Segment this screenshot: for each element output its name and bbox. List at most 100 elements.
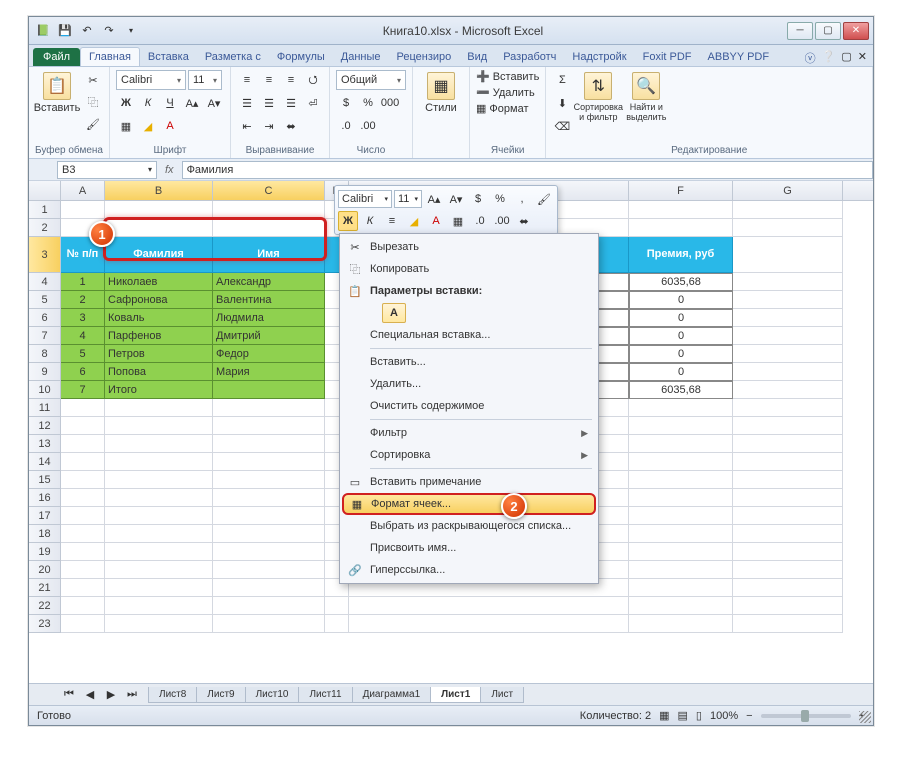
sheet-tab[interactable]: Лист10	[245, 687, 300, 703]
underline-button[interactable]: Ч	[160, 93, 180, 113]
borders-icon[interactable]: ▦	[116, 116, 136, 136]
row-header[interactable]: 19	[29, 543, 61, 561]
row-header[interactable]: 20	[29, 561, 61, 579]
fx-icon[interactable]: fx	[165, 164, 174, 176]
cell[interactable]	[629, 597, 733, 615]
context-item[interactable]: Очистить содержимое	[342, 395, 596, 417]
context-item[interactable]: Фильтр▶	[342, 422, 596, 444]
align-left-icon[interactable]: ☰	[237, 93, 257, 113]
cell-lastname[interactable]: Николаев	[105, 273, 213, 291]
mini-dec-inc-icon[interactable]: .0	[470, 211, 490, 231]
sort-filter-button[interactable]: ⇅Сортировка и фильтр	[576, 70, 620, 122]
row-header[interactable]: 18	[29, 525, 61, 543]
tab-formulas[interactable]: Формулы	[269, 48, 333, 66]
row-header[interactable]: 10	[29, 381, 61, 399]
tab-data[interactable]: Данные	[333, 48, 389, 66]
mini-fill-icon[interactable]: ◢	[404, 211, 424, 231]
help-icon[interactable]: ❔	[822, 50, 836, 66]
cell-bonus[interactable]: 0	[629, 309, 733, 327]
row-header[interactable]: 7	[29, 327, 61, 345]
context-item[interactable]: ⿻Копировать	[342, 258, 596, 280]
cell[interactable]	[105, 417, 213, 435]
cell[interactable]	[213, 615, 325, 633]
mini-format-painter-icon[interactable]: 🖌	[534, 189, 554, 209]
increase-decimal-icon[interactable]: .0	[336, 116, 356, 136]
cell[interactable]	[105, 543, 213, 561]
bold-button[interactable]: Ж	[116, 93, 136, 113]
mini-dec-dec-icon[interactable]: .00	[492, 211, 512, 231]
mini-align-icon[interactable]: ≡	[382, 211, 402, 231]
cell[interactable]	[105, 579, 213, 597]
tab-insert[interactable]: Вставка	[140, 48, 197, 66]
cell[interactable]	[105, 507, 213, 525]
wrap-text-icon[interactable]: ⏎	[303, 93, 323, 113]
cell[interactable]	[105, 435, 213, 453]
undo-icon[interactable]: ↶	[77, 22, 97, 40]
cell-firstname[interactable]: Александр	[213, 273, 325, 291]
cell[interactable]	[105, 597, 213, 615]
col-header-f[interactable]: F	[629, 181, 733, 200]
cell[interactable]	[61, 615, 105, 633]
view-pagebreak-icon[interactable]: ▯	[696, 709, 702, 722]
cell[interactable]	[213, 489, 325, 507]
cell[interactable]	[629, 543, 733, 561]
autosum-icon[interactable]: Σ	[552, 70, 572, 90]
mini-merge-icon[interactable]: ⬌	[514, 211, 534, 231]
sheet-nav-prev-icon[interactable]: ◀	[80, 685, 100, 705]
mini-bold-button[interactable]: Ж	[338, 211, 358, 231]
percent-icon[interactable]: %	[358, 93, 378, 113]
qat-more-icon[interactable]: ▾	[121, 22, 141, 40]
cell[interactable]	[733, 579, 843, 597]
sheet-nav-first-icon[interactable]: ⏮	[59, 685, 79, 705]
row-header[interactable]: 14	[29, 453, 61, 471]
col-header-c[interactable]: C	[213, 181, 325, 200]
context-item[interactable]: Вставить...	[342, 351, 596, 373]
doc-close-icon[interactable]: ✕	[858, 50, 867, 66]
merge-icon[interactable]: ⬌	[281, 116, 301, 136]
cell[interactable]	[629, 453, 733, 471]
cell-num[interactable]: 3	[61, 309, 105, 327]
save-icon[interactable]: 💾	[55, 22, 75, 40]
row-header[interactable]: 2	[29, 219, 61, 237]
cell-bonus[interactable]: 0	[629, 327, 733, 345]
mini-comma-icon[interactable]: ,	[512, 189, 532, 209]
tab-layout[interactable]: Разметка с	[197, 48, 269, 66]
cell[interactable]	[733, 507, 843, 525]
align-top-icon[interactable]: ≡	[237, 70, 257, 90]
row-header[interactable]: 8	[29, 345, 61, 363]
cell[interactable]	[733, 399, 843, 417]
zoom-level[interactable]: 100%	[710, 710, 738, 722]
cell[interactable]	[105, 615, 213, 633]
cell-firstname[interactable]: Валентина	[213, 291, 325, 309]
redo-icon[interactable]: ↷	[99, 22, 119, 40]
format-cells-button[interactable]: ▦Формат	[476, 102, 528, 115]
row-header[interactable]: 22	[29, 597, 61, 615]
cell[interactable]	[61, 453, 105, 471]
sheet-tab[interactable]: Диаграмма1	[352, 687, 432, 703]
cell[interactable]	[733, 201, 843, 219]
cell[interactable]	[105, 201, 213, 219]
row-header[interactable]: 11	[29, 399, 61, 417]
ribbon-minimize-icon[interactable]: ⓥ	[805, 50, 816, 66]
cell-bonus[interactable]: 6035,68	[629, 273, 733, 291]
context-item[interactable]: Выбрать из раскрывающегося списка...	[342, 515, 596, 537]
sheet-tab[interactable]: Лист11	[298, 687, 352, 703]
cell[interactable]	[733, 543, 843, 561]
cell[interactable]	[213, 579, 325, 597]
minimize-button[interactable]: ─	[787, 22, 813, 40]
cell[interactable]	[213, 561, 325, 579]
cell-firstname[interactable]: Мария	[213, 363, 325, 381]
mini-currency-icon[interactable]: $	[468, 189, 488, 209]
view-normal-icon[interactable]: ▦	[659, 709, 669, 722]
fill-color-icon[interactable]: ◢	[138, 116, 158, 136]
cell[interactable]	[733, 237, 843, 273]
cell[interactable]	[733, 363, 843, 381]
zoom-out-icon[interactable]: −	[746, 710, 752, 722]
row-header[interactable]: 3	[29, 237, 61, 273]
col-header-b[interactable]: B	[105, 181, 213, 200]
mini-font-combo[interactable]: Calibri▾	[338, 190, 392, 208]
row-header[interactable]: 15	[29, 471, 61, 489]
cell[interactable]	[213, 543, 325, 561]
context-item[interactable]: ✂Вырезать	[342, 236, 596, 258]
row-header[interactable]: 12	[29, 417, 61, 435]
